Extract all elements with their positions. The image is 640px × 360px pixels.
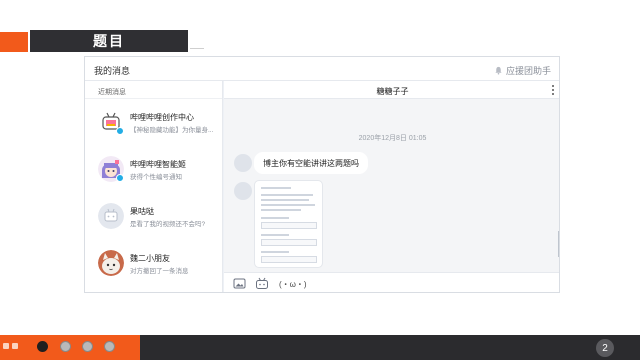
verified-badge bbox=[116, 127, 124, 135]
chat-scrollbar[interactable] bbox=[558, 231, 559, 257]
chat-header: 糖糖子子 bbox=[224, 81, 559, 99]
conversation-item[interactable]: 魏二小朋友 对方撤回了一条消息 bbox=[85, 240, 222, 287]
window-topbar: 我的消息 应援团助手 bbox=[85, 57, 559, 81]
sender-avatar bbox=[234, 182, 252, 200]
pen-tool-icon[interactable] bbox=[3, 343, 9, 349]
window-title: 我的消息 bbox=[94, 66, 131, 76]
chat-contact-name: 糖糖子子 bbox=[376, 87, 409, 96]
sender-avatar bbox=[234, 154, 252, 172]
conversation-preview: 【神秘隐藏功能】为你量身... bbox=[130, 127, 214, 134]
helper-label: 应援团助手 bbox=[505, 66, 551, 76]
slide-nav-dot[interactable] bbox=[82, 341, 93, 352]
bell-icon bbox=[495, 66, 502, 75]
helper-link[interactable]: 应援团助手 bbox=[494, 64, 551, 77]
conversation-name: 哔哩哔哩智能姬 bbox=[130, 160, 186, 169]
slide-nav-dot-active[interactable] bbox=[37, 341, 48, 352]
conversation-preview: 对方撤回了一条消息 bbox=[130, 268, 189, 275]
presenter-tools bbox=[3, 343, 18, 349]
conversation-preview: 获得个性编号通知 bbox=[130, 174, 182, 181]
emoji-tv-icon[interactable] bbox=[255, 277, 269, 290]
avatar bbox=[98, 203, 124, 229]
slide-nav-dot[interactable] bbox=[104, 341, 115, 352]
conversation-name: 魏二小朋友 bbox=[130, 254, 170, 263]
conversation-preview: 是看了我的视频还不会吗? bbox=[130, 221, 206, 228]
conversation-name: 哔哩哔哩创作中心 bbox=[130, 113, 194, 122]
footer-bar bbox=[140, 335, 640, 360]
message-timestamp: 2020年12月8日 01:05 bbox=[358, 135, 427, 142]
title-divider bbox=[190, 48, 204, 49]
emoticon-button[interactable]: (・ω・) bbox=[279, 279, 307, 290]
title-accent-bar bbox=[0, 32, 28, 52]
message-input-bar[interactable]: (・ω・) bbox=[224, 272, 559, 292]
avatar bbox=[98, 250, 124, 276]
chat-panel: 糖糖子子 2020年12月8日 01:05 博主你有空能讲讲这两题吗 (・ω・) bbox=[224, 81, 559, 292]
conversation-name: 果咕哒 bbox=[130, 207, 154, 216]
page-number: 2 bbox=[596, 339, 614, 357]
menu-tool-icon[interactable] bbox=[12, 343, 18, 349]
conversation-sidebar: 近期消息 哔哩哔哩创作中心 【神秘隐藏功能】为你量身... 哔哩哔哩智能姬 获得… bbox=[85, 81, 223, 292]
verified-badge bbox=[116, 174, 124, 182]
sidebar-heading: 近期消息 bbox=[85, 81, 222, 99]
conversation-item[interactable]: 哔哩哔哩智能姬 获得个性编号通知 bbox=[85, 146, 222, 193]
image-message[interactable] bbox=[254, 180, 323, 268]
message-window: 我的消息 应援团助手 近期消息 哔哩哔哩创作中心 【神秘隐藏功能】为你量身...… bbox=[84, 56, 560, 293]
slide-nav-dot[interactable] bbox=[60, 341, 71, 352]
conversation-item[interactable]: 哔哩哔哩创作中心 【神秘隐藏功能】为你量身... bbox=[85, 99, 222, 146]
cat-avatar-icon bbox=[98, 250, 124, 276]
default-avatar-icon bbox=[98, 203, 124, 229]
message-bubble: 博主你有空能讲讲这两题吗 bbox=[254, 152, 368, 174]
more-options-icon[interactable] bbox=[552, 85, 555, 95]
conversation-item[interactable]: 果咕哒 是看了我的视频还不会吗? bbox=[85, 193, 222, 240]
slide-title: 题目 bbox=[30, 30, 188, 52]
image-upload-icon[interactable] bbox=[233, 277, 246, 290]
